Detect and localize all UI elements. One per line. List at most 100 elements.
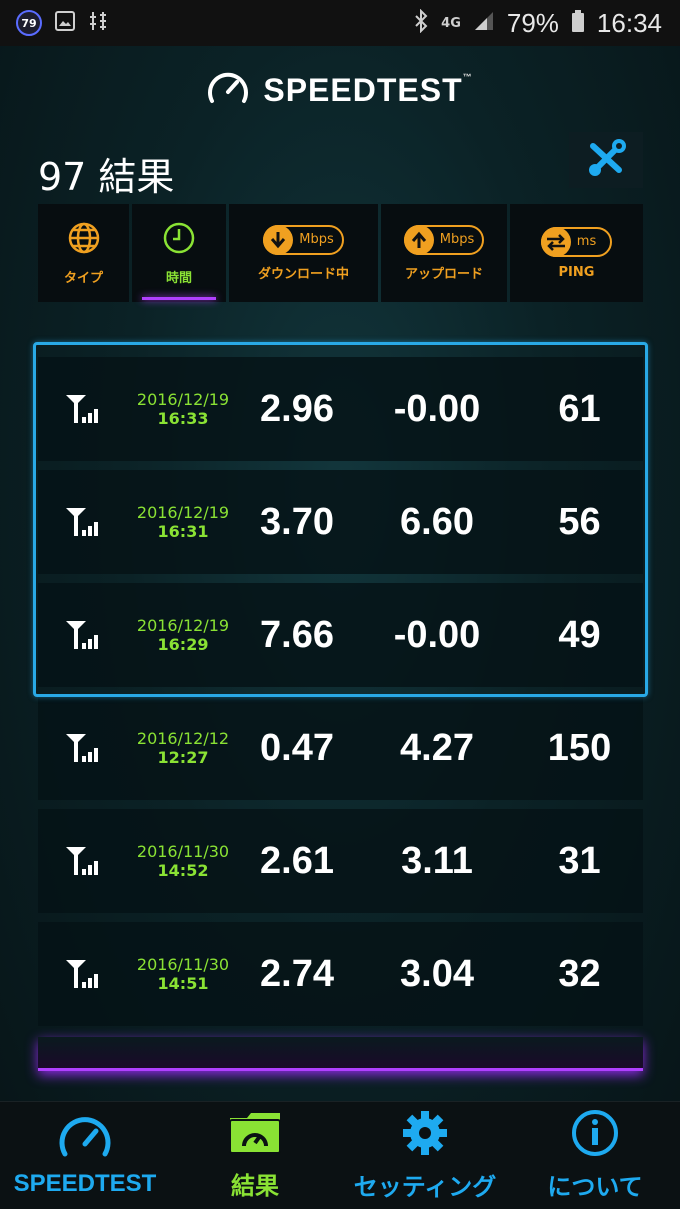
ping-unit: ms [576,234,597,249]
battery-percent: 79% [506,7,559,38]
sort-time-label: 時間 [165,270,192,286]
result-row[interactable]: 2016/12/12 12:27 0.47 4.27 150 [38,696,643,800]
result-date: 2016/12/19 [136,616,230,635]
result-row[interactable]: 2016/12/19 16:29 7.66 -0.00 49 [38,583,643,687]
result-upload: -0.00 [393,613,481,656]
result-time: 16:29 [157,635,209,654]
download-unit: Mbps [299,232,334,247]
speedometer-icon [58,1114,112,1164]
speedometer-icon [207,70,249,110]
result-date: 2016/12/19 [136,390,230,409]
nav-settings[interactable]: セッティング [340,1102,510,1209]
result-ping: 49 [558,613,601,656]
result-datetime: 2016/11/30 14:51 [130,955,236,993]
status-bar: 79 4G 79% 16:34 [0,0,680,46]
result-ping: 61 [558,387,601,430]
download-arrow-icon [263,224,294,255]
cellular-signal-icon [38,619,130,651]
upload-pill: Mbps [403,224,485,255]
result-time: 16:33 [157,409,209,428]
sort-type[interactable]: タイプ [38,204,129,302]
nav-results[interactable]: 結果 [170,1102,340,1209]
result-row[interactable]: 2016/12/19 16:33 2.96 -0.00 61 [38,357,643,461]
result-ping: 150 [547,726,612,769]
gallery-icon [54,10,76,36]
result-download: 0.47 [260,726,334,769]
result-date: 2016/11/30 [136,842,230,861]
nav-speedtest[interactable]: SPEEDTEST [0,1102,170,1209]
result-download: 7.66 [260,613,334,656]
result-time: 14:51 [157,974,209,993]
sort-download[interactable]: Mbps ダウンロード中 [229,204,378,302]
cellular-signal-icon [38,732,130,764]
status-left: 79 [16,10,108,36]
result-ping: 56 [558,500,601,543]
bottom-nav: SPEEDTEST 結果 セッティング について [0,1101,680,1209]
cellular-signal-icon [38,958,130,990]
sort-upload-label: アップロード [404,266,483,282]
result-row-partial[interactable] [38,1037,643,1071]
sort-upload[interactable]: Mbps アップロード [381,204,507,302]
download-pill: Mbps [263,224,344,255]
results-folder-icon [227,1110,283,1160]
app-header: SPEEDTEST™ [0,60,680,120]
result-download: 2.61 [260,839,334,882]
sort-bar: タイプ 時間 Mbps ダウンロード中 Mbps アップロード ms PING [38,204,643,302]
status-right: 4G 79% 16:34 [413,8,662,39]
result-row[interactable]: 2016/11/30 14:52 2.61 3.11 31 [38,809,643,913]
globe-icon [67,221,101,259]
result-download: 2.74 [260,952,334,995]
signal-icon [473,10,495,36]
result-download: 3.70 [260,500,334,543]
result-time: 12:27 [157,748,209,767]
result-date: 2016/12/19 [136,503,230,522]
result-upload: 3.11 [401,839,473,882]
result-datetime: 2016/12/19 16:29 [130,616,236,654]
nav-about[interactable]: について [510,1102,680,1209]
info-icon [571,1109,619,1161]
result-time: 16:31 [157,522,209,541]
nav-settings-label: セッティング [353,1173,497,1201]
result-upload: 3.04 [400,952,474,995]
bluetooth-icon [413,8,429,37]
result-datetime: 2016/12/19 16:33 [130,390,236,428]
result-ping: 31 [558,839,601,882]
upload-unit: Mbps [439,232,475,247]
gear-icon [401,1109,449,1161]
page-title: 97 結果 [38,155,175,199]
cellular-signal-icon [38,506,130,538]
sort-ping[interactable]: ms PING [510,204,643,302]
result-upload: -0.00 [393,387,481,430]
nav-results-label: 結果 [231,1172,279,1200]
cellular-signal-icon [38,393,130,425]
result-date: 2016/11/30 [136,955,230,974]
battery-icon [571,9,585,37]
result-datetime: 2016/12/12 12:27 [130,729,236,767]
ping-arrows-icon [540,226,571,257]
cellular-signal-icon [38,845,130,877]
sort-type-label: タイプ [63,270,103,286]
result-date: 2016/12/12 [136,729,230,748]
network-type: 4G [441,15,461,31]
nav-about-label: について [547,1173,643,1201]
result-datetime: 2016/12/19 16:31 [130,503,236,541]
clock: 16:34 [596,7,662,38]
equalizer-icon [88,10,108,36]
tools-button[interactable] [569,132,643,188]
results-list: 2016/12/19 16:33 2.96 -0.00 61 2016/12/1… [38,357,643,1035]
upload-arrow-icon [403,224,434,255]
result-download: 2.96 [260,387,334,430]
result-upload: 6.60 [400,500,474,543]
notification-badge: 79 [16,10,42,36]
result-row[interactable]: 2016/12/19 16:31 3.70 6.60 56 [38,470,643,574]
app-title: SPEEDTEST™ [263,71,473,108]
result-time: 14:52 [157,861,209,880]
result-upload: 4.27 [400,726,474,769]
sort-time[interactable]: 時間 [132,204,226,302]
result-row[interactable]: 2016/11/30 14:51 2.74 3.04 32 [38,922,643,1026]
result-ping: 32 [558,952,601,995]
ping-pill: ms [540,226,613,257]
clock-icon [162,221,196,259]
result-datetime: 2016/11/30 14:52 [130,842,236,880]
sort-download-label: ダウンロード中 [257,266,349,282]
